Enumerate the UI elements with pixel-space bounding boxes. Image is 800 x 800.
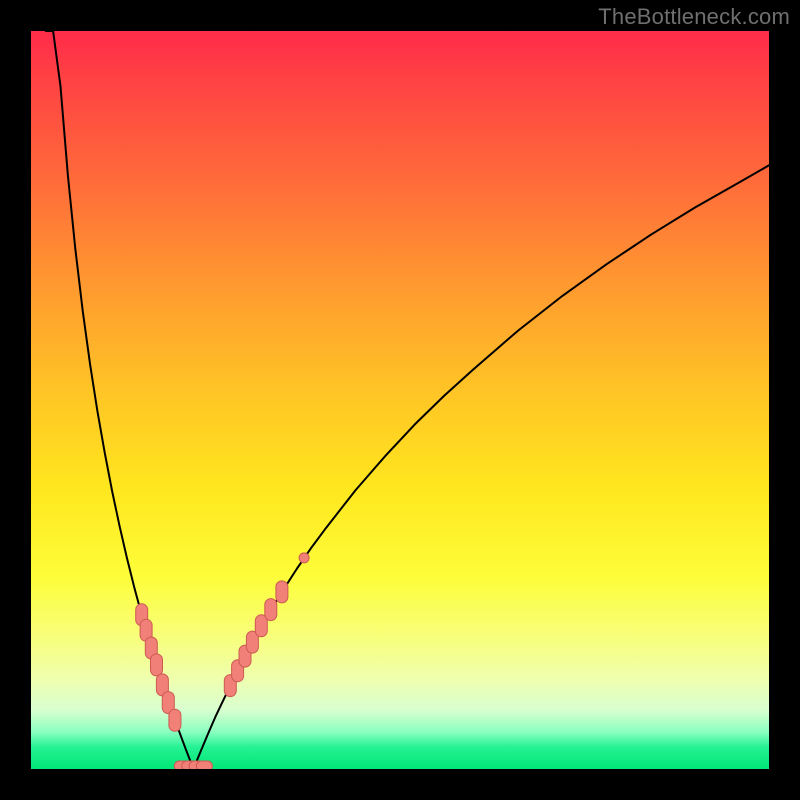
marker-valley (196, 761, 212, 769)
bottom-border (0, 769, 800, 800)
marker-outlier (299, 553, 309, 563)
watermark-text: TheBottleneck.com (598, 4, 790, 30)
chart-frame: TheBottleneck.com (0, 0, 800, 800)
marker-left-arm-markers (169, 709, 181, 731)
marker-right-arm-markers (276, 581, 288, 603)
marker-left-arm-markers (151, 654, 163, 676)
plot-area (31, 31, 769, 769)
marker-group (136, 553, 309, 769)
marker-right-arm-markers (265, 599, 277, 621)
chart-svg (31, 31, 769, 769)
